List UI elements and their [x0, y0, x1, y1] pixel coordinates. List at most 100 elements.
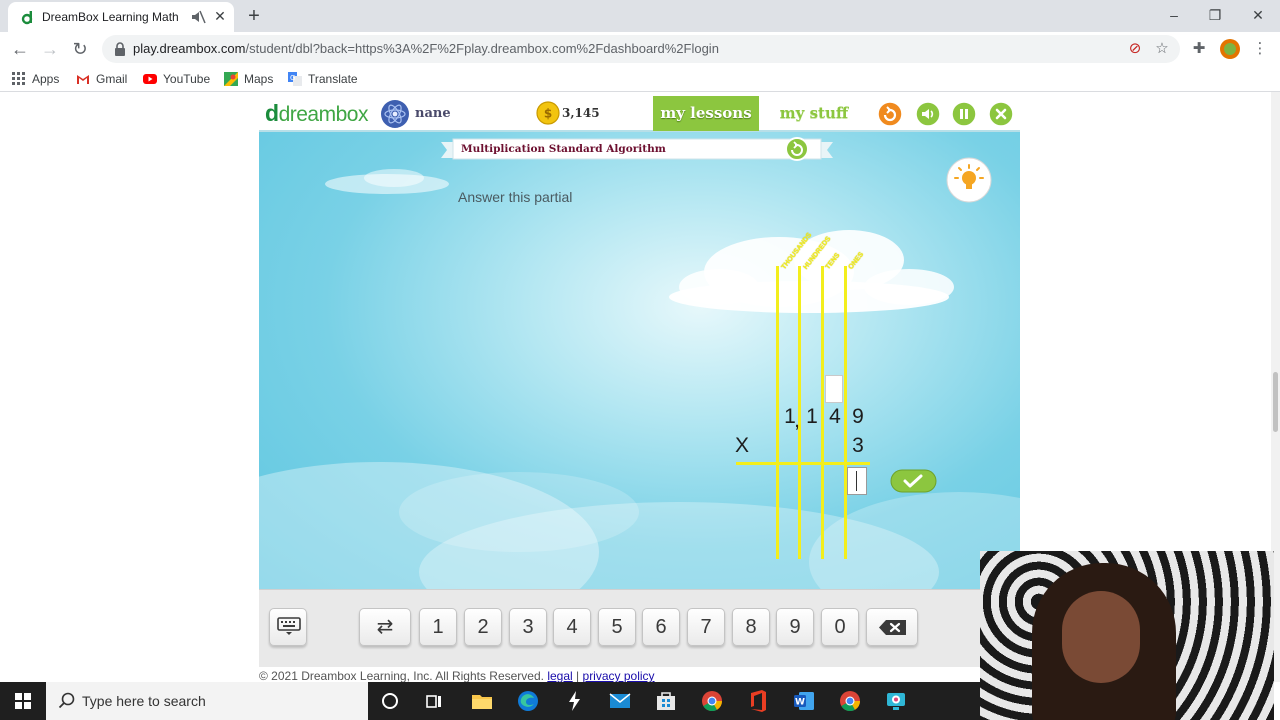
taskbar-search-box[interactable]: Type here to search: [46, 682, 368, 720]
lesson-title: Multiplication Standard Algorithm: [461, 143, 666, 155]
windows-start-icon[interactable]: [0, 682, 46, 720]
bookmark-apps-label: Apps: [32, 72, 60, 86]
logo-text: dreambox: [278, 103, 369, 126]
address-bar[interactable]: play.dreambox.com/student/dbl?back=https…: [102, 35, 1180, 63]
key-2[interactable]: 2: [464, 608, 502, 646]
task-view-icon[interactable]: [421, 688, 447, 714]
bookmark-maps-label: Maps: [244, 72, 274, 86]
key-3[interactable]: 3: [509, 608, 547, 646]
dreambox-favicon-icon: [21, 11, 33, 25]
bookmark-maps[interactable]: Maps: [224, 71, 273, 87]
power-automate-icon[interactable]: [561, 688, 587, 714]
swap-arrows-key[interactable]: ⇄: [359, 608, 411, 646]
key-8[interactable]: 8: [732, 608, 770, 646]
screen-recorder-icon[interactable]: [883, 688, 909, 714]
profile-avatar-icon[interactable]: [1220, 39, 1240, 59]
submit-checkmark-button[interactable]: [890, 469, 937, 493]
key-4[interactable]: 4: [553, 608, 591, 646]
multiplier-digit: 3: [852, 434, 864, 457]
place-value-line-thousands: [776, 266, 779, 559]
my-stuff-tab[interactable]: my stuff: [771, 96, 857, 131]
chrome-icon[interactable]: [699, 688, 725, 714]
sound-speaker-icon[interactable]: [915, 101, 941, 127]
logo-letter: d: [265, 100, 279, 126]
dreambox-logo[interactable]: ddreambox: [265, 100, 368, 128]
bookmark-youtube-label: YouTube: [163, 72, 211, 86]
tab-close-icon[interactable]: ✕: [212, 8, 228, 24]
webcam-person-face: [1062, 591, 1140, 683]
bookmark-gmail[interactable]: Gmail: [76, 71, 127, 87]
answer-ones-input[interactable]: [847, 467, 867, 495]
coin-icon: $: [536, 101, 560, 125]
multiplicand-digit: 4: [829, 405, 841, 428]
reload-icon[interactable]: ↻: [69, 38, 91, 60]
blocked-content-icon[interactable]: ⊘: [1126, 40, 1144, 58]
key-1[interactable]: 1: [419, 608, 457, 646]
username-label: nane: [415, 106, 451, 121]
browser-tab-strip: DreamBox Learning Math ✕ + – ❐ ✕: [0, 0, 1280, 32]
file-explorer-icon[interactable]: [469, 688, 495, 714]
key-7[interactable]: 7: [687, 608, 725, 646]
search-icon: [58, 692, 75, 709]
scrollbar-thumb[interactable]: [1273, 372, 1278, 432]
apps-grid-icon: [12, 72, 25, 85]
key-6[interactable]: 6: [642, 608, 680, 646]
new-tab-button[interactable]: +: [243, 5, 265, 27]
chrome-icon-active[interactable]: [837, 688, 863, 714]
keyboard-toggle-icon[interactable]: [269, 608, 307, 646]
svg-text:$: $: [544, 107, 552, 121]
bookmark-star-icon[interactable]: ☆: [1153, 40, 1171, 58]
exit-close-icon[interactable]: [988, 101, 1014, 127]
privacy-policy-link[interactable]: privacy policy: [583, 669, 655, 683]
windows-taskbar: Type here to search W: [0, 682, 980, 720]
number-keypad-bar: ⇄ 1 2 3 4 5 6 7 8 9 0: [259, 589, 1020, 667]
instruction-text: Answer this partial: [458, 189, 573, 205]
bookmark-translate-label: Translate: [308, 72, 358, 86]
carry-input-box[interactable]: [825, 375, 843, 403]
redo-orange-icon[interactable]: [877, 101, 903, 127]
extensions-puzzle-icon[interactable]: ✚: [1190, 40, 1208, 58]
mail-icon[interactable]: [607, 688, 633, 714]
browser-tab-active[interactable]: DreamBox Learning Math ✕: [8, 2, 234, 32]
url-path: /student/dbl?back=https%3A%2F%2Fplay.dre…: [245, 41, 719, 56]
lightbulb-hint-icon[interactable]: [945, 156, 993, 204]
answer-rule-line: [736, 462, 870, 465]
back-arrow-icon[interactable]: ←: [9, 38, 31, 60]
backspace-key[interactable]: [866, 608, 918, 646]
key-0[interactable]: 0: [821, 608, 859, 646]
url-host: play.dreambox.com: [133, 41, 246, 56]
multiply-operator: X: [734, 434, 749, 457]
user-avatar-atom-icon[interactable]: [380, 99, 410, 129]
office-icon[interactable]: [745, 688, 771, 714]
minimize-window-icon[interactable]: –: [1160, 4, 1188, 26]
translate-icon: G: [288, 72, 302, 86]
forward-arrow-icon[interactable]: →: [39, 38, 61, 60]
cortana-icon[interactable]: [377, 688, 403, 714]
store-bag-icon[interactable]: [653, 688, 679, 714]
edge-browser-icon[interactable]: [515, 688, 541, 714]
address-url[interactable]: play.dreambox.com/student/dbl?back=https…: [133, 41, 719, 56]
search-placeholder: Type here to search: [82, 693, 206, 709]
pause-icon[interactable]: [951, 101, 977, 127]
backspace-icon: [879, 620, 906, 635]
restore-window-icon[interactable]: ❐: [1201, 4, 1229, 26]
copyright-text: © 2021 Dreambox Learning, Inc. All Right…: [259, 669, 544, 683]
bookmark-translate[interactable]: G Translate: [288, 71, 358, 87]
word-icon[interactable]: W: [791, 688, 817, 714]
bookmark-youtube[interactable]: YouTube: [143, 71, 210, 87]
legal-link[interactable]: legal: [547, 669, 572, 683]
tab-muted-icon[interactable]: [190, 9, 206, 25]
text-cursor: [856, 471, 857, 491]
dreambox-header: ddreambox nane $ 3,145 my lessons my stu…: [259, 96, 1020, 132]
key-9[interactable]: 9: [776, 608, 814, 646]
youtube-icon: [143, 74, 157, 84]
close-window-icon[interactable]: ✕: [1244, 4, 1272, 26]
my-lessons-tab[interactable]: my lessons: [653, 96, 759, 131]
tab-title: DreamBox Learning Math: [42, 10, 179, 24]
svg-text:W: W: [795, 698, 805, 708]
footer-separator: |: [576, 669, 580, 683]
browser-menu-icon[interactable]: ⋮: [1251, 40, 1269, 58]
bookmark-apps[interactable]: Apps: [12, 71, 59, 87]
gmail-icon: [77, 75, 89, 84]
key-5[interactable]: 5: [598, 608, 636, 646]
